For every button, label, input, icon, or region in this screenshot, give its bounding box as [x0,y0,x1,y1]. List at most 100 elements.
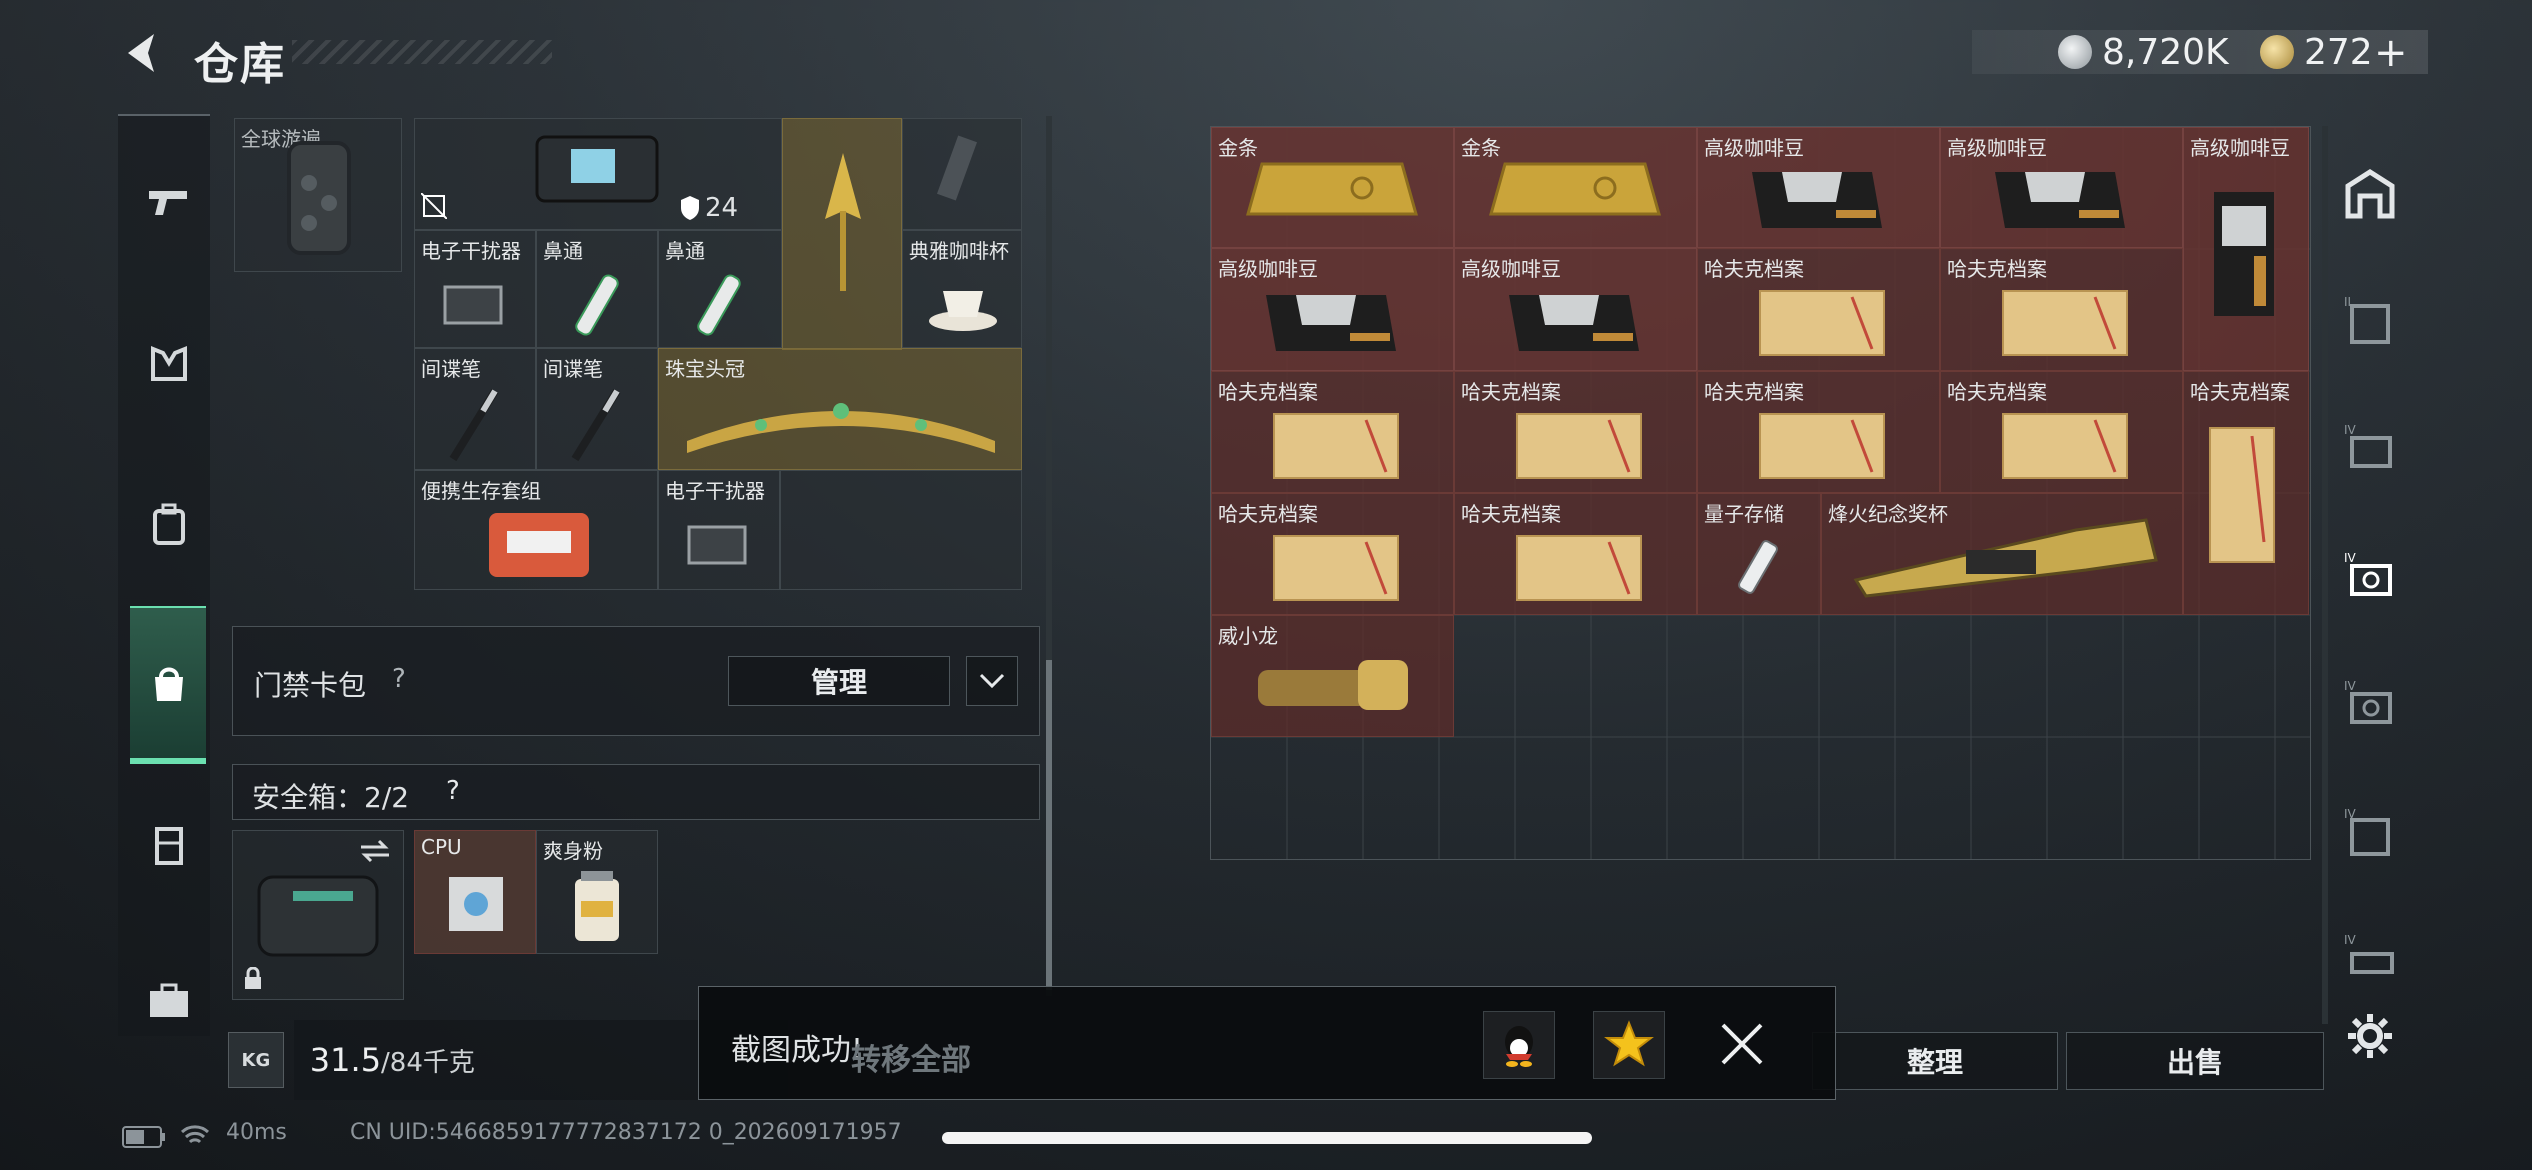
stash-page-home[interactable] [2332,156,2408,232]
stash-item-gold-bar[interactable]: 金条 [1211,127,1454,248]
stash-item-coffee-beans[interactable]: 高级咖啡豆 [1697,127,1940,248]
spy-pen-icon [571,388,621,462]
stash-item-coffee-beans[interactable]: 高级咖啡豆 [1454,248,1697,371]
close-icon [1721,1023,1763,1065]
grid-item[interactable]: 间谍笔 [536,348,658,470]
coin-amount: 8,720K [2102,31,2229,73]
item-label: 哈夫克档案 [1218,380,1318,404]
share-qzone-button[interactable] [1593,1011,1665,1079]
home-indicator[interactable] [942,1132,1592,1144]
stash-item-haavk-file[interactable]: 哈夫克档案 [1940,371,2183,493]
stash-item-coffee-beans[interactable]: 高级咖啡豆 [1940,127,2183,248]
title-decoration [292,40,552,64]
stash-item-haavk-file-tall[interactable]: 哈夫克档案 [2183,371,2309,615]
stash-item-gold-bar[interactable]: 金条 [1454,127,1697,248]
golden-spear-icon [825,153,861,291]
backpack-equipped-slot[interactable]: 全球游遍 [234,118,402,272]
category-bag[interactable] [130,644,208,722]
stash-item-quantum-storage[interactable]: 量子存储 [1697,493,1821,615]
item-label: 间谍笔 [543,357,603,381]
grid-item[interactable] [902,118,1022,230]
grid-item[interactable]: 电子干扰器 [414,230,536,348]
back-arrow-icon [128,34,154,72]
stash-page-3[interactable]: IV [2332,412,2408,488]
share-qq-button[interactable] [1483,1011,1555,1079]
file-folder-icon [1273,413,1399,479]
sell-button[interactable]: 出售 [2066,1032,2324,1090]
back-button[interactable] [118,28,168,78]
grid-item[interactable]: 便携生存套组 [414,470,658,590]
grid-item[interactable]: 电子干扰器 [658,470,780,590]
safe-box-equipped-slot[interactable] [232,830,404,1000]
grid-item-trophy[interactable] [782,118,902,350]
silver-coin-icon [2058,35,2092,69]
stash-expansion-icon: IV [2344,551,2392,596]
manage-button[interactable]: 管理 [728,656,950,706]
stash-item-haavk-file[interactable]: 哈夫克档案 [1940,248,2183,371]
grid-item[interactable]: 鼻通 [658,230,782,348]
stash-page-2[interactable]: II [2332,284,2408,360]
stash-expansion-icon: IV [2344,423,2392,468]
category-case[interactable] [130,962,208,1040]
transfer-all-button[interactable]: 转移全部 [851,1035,971,1079]
close-toast-button[interactable] [1715,1017,1769,1071]
expand-dropdown-button[interactable] [966,656,1018,706]
category-backpack[interactable] [130,486,208,564]
stash-item-haavk-file[interactable]: 哈夫克档案 [1454,493,1697,615]
grid-item[interactable]: 24 [414,118,782,230]
star-icon [1604,1020,1654,1067]
stash-page-7[interactable]: IV [2332,922,2408,998]
grid-item[interactable]: 典雅咖啡杯 [902,230,1022,348]
pistol-icon [149,191,187,215]
access-card-label: 门禁卡包 [254,669,367,702]
coffee-bag-tall-icon [2214,192,2274,316]
grid-empty-slot[interactable] [780,470,1022,590]
safe-box-help-icon[interactable]: ? [446,776,460,806]
device-icon [937,135,977,201]
coffee-bag-icon [1509,295,1639,351]
stash-page-6[interactable]: IV [2332,796,2408,872]
stash-item-beacon-trophy[interactable]: 烽火纪念奖杯 [1821,493,2183,615]
stash-item-wei-xiaolong[interactable]: 威小龙 [1211,615,1454,737]
stash-item-haavk-file[interactable]: 哈夫克档案 [1211,493,1454,615]
item-label: 哈夫克档案 [1461,380,1561,404]
category-chest-rig[interactable] [130,806,208,884]
organize-button[interactable]: 整理 [1812,1032,2058,1090]
stash-item-coffee-beans[interactable]: 高级咖啡豆 [1211,248,1454,371]
safe-item-cpu[interactable]: CPU [414,830,536,954]
stash-item-haavk-file[interactable]: 哈夫克档案 [1697,371,1940,493]
category-armor[interactable] [130,326,208,404]
stash-item-haavk-file[interactable]: 哈夫克档案 [1454,371,1697,493]
jammer-icon [687,525,747,565]
settings-button[interactable] [2332,998,2408,1074]
left-scrollbar-thumb[interactable] [1046,660,1052,990]
item-label: 电子干扰器 [421,239,521,263]
stash-page-5[interactable]: IV [2332,668,2408,744]
armor-shield-icon [681,196,699,220]
svg-text:II: II [2344,295,2351,309]
page-title: 仓库 [194,39,286,90]
usb-drive-icon [1738,540,1778,594]
stash-expansion-icon: IV [2344,933,2394,974]
grid-item-tiara[interactable]: 珠宝头冠 [658,348,1022,470]
grid-item[interactable]: 间谍笔 [414,348,536,470]
category-weapons[interactable] [130,164,208,242]
item-label: 珠宝头冠 [665,357,745,381]
right-scrollbar[interactable] [2322,126,2328,1024]
add-currency-button[interactable]: + [2374,30,2408,76]
safe-item-powder[interactable]: 爽身粉 [536,830,658,954]
chest-rig-icon [155,827,183,865]
grid-item[interactable]: 鼻通 [536,230,658,348]
stash-page-4-selected[interactable]: IV [2332,540,2408,616]
stash-item-coffee-beans-tall[interactable]: 高级咖啡豆 [2183,127,2309,371]
stash-item-haavk-file[interactable]: 哈夫克档案 [1211,371,1454,493]
stash-item-haavk-file[interactable]: 哈夫克档案 [1697,248,1940,371]
access-card-help-icon[interactable]: ? [392,664,406,694]
file-folder-tall-icon [2209,427,2275,563]
file-folder-icon [1516,413,1642,479]
item-label: 高级咖啡豆 [1947,136,2047,160]
svg-text:IV: IV [2344,933,2357,947]
item-label: 哈夫克档案 [1218,502,1318,526]
backpack-icon [153,503,185,545]
powder-tin-icon [575,871,619,941]
